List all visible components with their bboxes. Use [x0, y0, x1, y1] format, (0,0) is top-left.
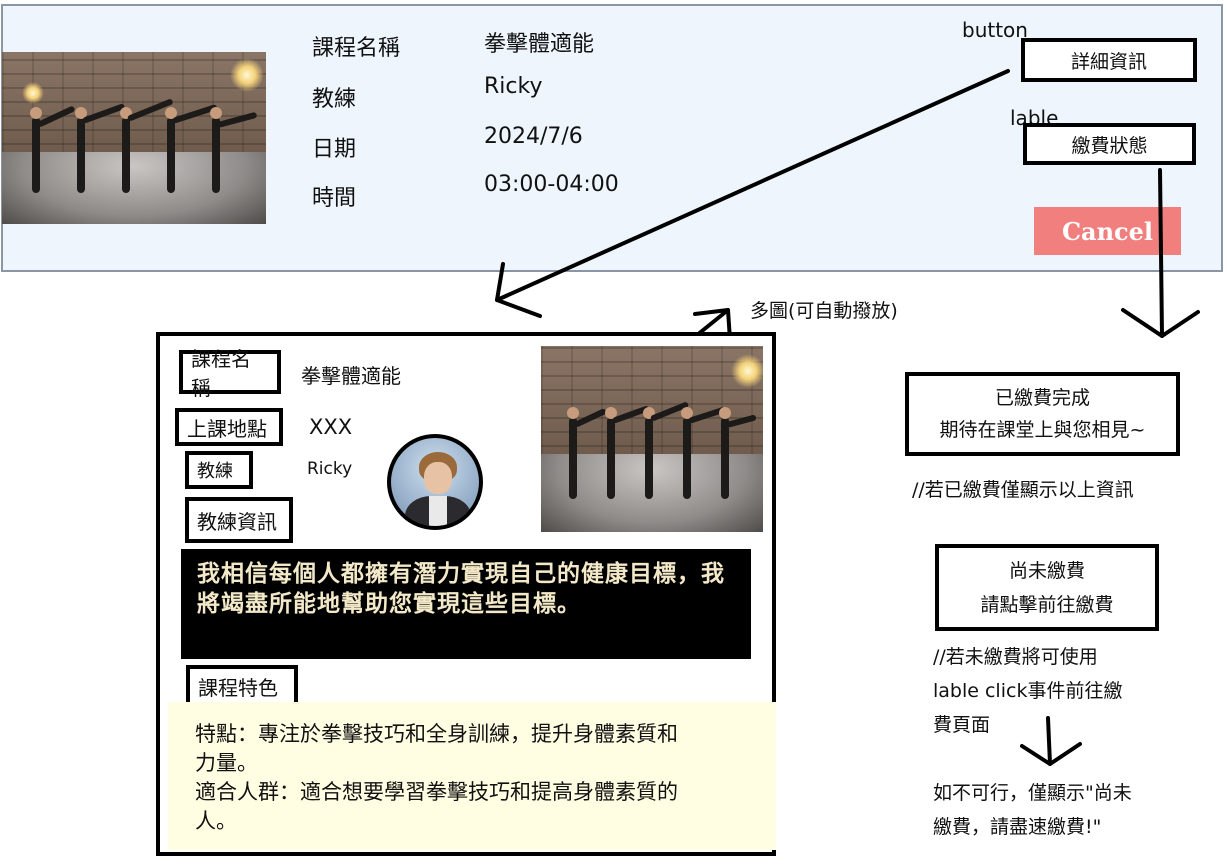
paid-note: //若已繳費僅顯示以上資訊: [912, 479, 1134, 501]
unpaid-line-2: 請點擊前往繳費: [980, 593, 1114, 616]
paid-line-2: 期待在課堂上與您相見~: [939, 419, 1146, 441]
popup-location: XXX: [309, 415, 353, 439]
tag-features: 課程特色: [186, 665, 298, 707]
tag-coach: 教練: [185, 451, 253, 489]
unpaid-note: //若未繳費將可使用 lable click事件前往繳 費頁面: [933, 640, 1122, 742]
arrow-status-line: [1158, 168, 1164, 338]
coach-intro: 我相信每個人都擁有潛力實現自己的健康目標，我將竭盡所能地幫助您實現這些目標。: [181, 549, 751, 659]
course-gallery-image[interactable]: [541, 346, 763, 532]
course-features: 特點：專注於拳擊技巧和全身訓練，提升身體素質和 力量。 適合人群：適合想要學習拳…: [168, 702, 776, 850]
unpaid-line-1: 尚未繳費: [1008, 559, 1085, 582]
feature-line: 適合人群：適合想要學習拳擊技巧和提高身體素質的: [195, 780, 678, 804]
feature-line: 力量。: [195, 751, 258, 775]
unpaid-message-box[interactable]: 尚未繳費 請點擊前往繳費: [935, 544, 1159, 631]
paid-line-1: 已繳費完成: [994, 387, 1090, 409]
fallback-note: 如不可行，僅顯示"尚未 繳費，請盡速繳費!": [933, 776, 1132, 844]
popup-coach: Ricky: [307, 459, 353, 479]
paid-message-box: 已繳費完成 期待在課堂上與您相見~: [905, 372, 1180, 456]
multi-image-note: 多圖(可自動撥放): [750, 300, 898, 322]
tag-course-name: 課程名稱: [179, 347, 281, 400]
feature-line: 人。: [195, 809, 237, 833]
fallback-note-line: 繳費，請盡速繳費!": [933, 816, 1102, 838]
unpaid-note-line: //若未繳費將可使用: [933, 646, 1098, 668]
arrow-to-popup-line: [495, 69, 1010, 302]
unpaid-note-line: lable click事件前往繳: [933, 680, 1123, 702]
unpaid-note-line: 費頁面: [933, 714, 991, 736]
fallback-note-line: 如不可行，僅顯示"尚未: [933, 782, 1132, 804]
popup-course-name: 拳擊體適能: [301, 364, 401, 388]
tag-location: 上課地點: [175, 408, 283, 446]
tag-coach-info: 教練資訊: [185, 497, 293, 543]
feature-line: 特點：專注於拳擊技巧和全身訓練，提升身體素質和: [195, 722, 678, 746]
coach-avatar: [387, 434, 483, 530]
